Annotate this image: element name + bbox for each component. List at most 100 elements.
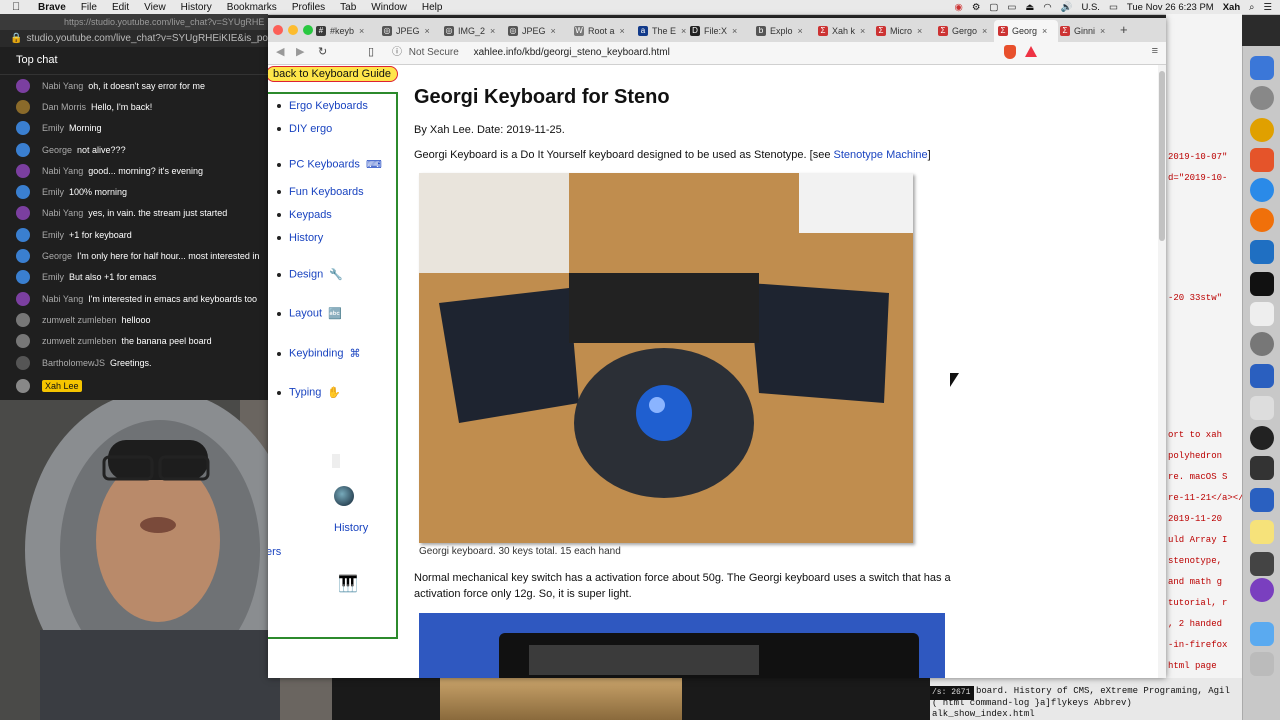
brave-status-icon[interactable]: ◉ bbox=[955, 2, 963, 13]
window-status-icon[interactable]: ▢ bbox=[989, 2, 998, 13]
stenotype-machine-link[interactable]: Stenotype Machine bbox=[834, 149, 928, 161]
brave-shield-icon[interactable] bbox=[1004, 45, 1016, 59]
browser-tab[interactable]: ◎ JPEG × bbox=[378, 20, 442, 42]
spotlight-icon[interactable]: ⌕ bbox=[1249, 2, 1254, 13]
nav-item[interactable]: History bbox=[276, 232, 323, 244]
tab-close-icon[interactable]: × bbox=[982, 20, 987, 42]
trash-icon[interactable] bbox=[1250, 652, 1274, 676]
menu-help[interactable]: Help bbox=[422, 2, 443, 13]
page-scrollbar[interactable] bbox=[1158, 65, 1166, 678]
nav-item[interactable]: PC Keyboards ⌨ bbox=[277, 158, 382, 171]
tab-close-icon[interactable]: × bbox=[1042, 20, 1047, 42]
apple-icon[interactable]:  bbox=[12, 1, 28, 13]
display-status-icon[interactable]: ▭ bbox=[1007, 2, 1016, 13]
battery-icon[interactable]: ▭ bbox=[1109, 2, 1118, 13]
emacs-icon[interactable] bbox=[1250, 578, 1274, 602]
calendar-icon[interactable] bbox=[1250, 396, 1274, 420]
firefox-icon[interactable] bbox=[1250, 208, 1274, 232]
browser-tab[interactable]: b Explo × bbox=[752, 20, 816, 42]
url-text[interactable]: xahlee.info/kbd/georgi_steno_keyboard.ht… bbox=[474, 47, 670, 58]
tab-close-icon[interactable]: × bbox=[798, 20, 803, 42]
nav-partial-item[interactable]: ers bbox=[268, 546, 281, 558]
reload-icon[interactable]: ↻ bbox=[318, 45, 327, 58]
menu-history[interactable]: History bbox=[181, 2, 212, 13]
url-bar[interactable]: ⓘ Not Secure xahlee.info/kbd/georgi_sten… bbox=[392, 44, 1012, 61]
nav-item[interactable]: Ergo Keyboards bbox=[277, 100, 368, 112]
nav-item-label[interactable]: PC Keyboards bbox=[289, 158, 360, 170]
new-tab-button[interactable]: + bbox=[1120, 22, 1128, 37]
settings-status-icon[interactable]: ⚙ bbox=[972, 2, 981, 13]
nav-item[interactable]: DIY ergo bbox=[276, 123, 332, 135]
nav-item[interactable]: Keybinding ⌘ bbox=[276, 347, 360, 360]
tab-close-icon[interactable]: × bbox=[917, 20, 922, 42]
menu-bookmarks[interactable]: Bookmarks bbox=[227, 2, 277, 13]
browser-tab[interactable]: ◎ JPEG × bbox=[504, 20, 568, 42]
user-name[interactable]: Xah bbox=[1223, 2, 1240, 13]
vscode-icon[interactable] bbox=[1250, 240, 1274, 264]
menu-tab[interactable]: Tab bbox=[340, 2, 356, 13]
menu-view[interactable]: View bbox=[144, 2, 166, 13]
notification-icon[interactable]: ☰ bbox=[1263, 2, 1272, 13]
nav-item[interactable]: Design 🔧 bbox=[277, 268, 343, 281]
browser-tab[interactable]: Σ Ginni × bbox=[1056, 20, 1120, 42]
nav-item-label[interactable]: Typing bbox=[289, 386, 321, 398]
menu-window[interactable]: Window bbox=[371, 2, 407, 13]
warning-icon[interactable]: ⓘ bbox=[392, 47, 402, 58]
scrollbar-thumb[interactable] bbox=[1159, 71, 1165, 241]
nav-item[interactable]: Fun Keyboards bbox=[277, 186, 364, 198]
tab-close-icon[interactable]: × bbox=[620, 20, 625, 42]
chrome-icon[interactable] bbox=[1250, 118, 1274, 142]
tab-close-icon[interactable]: × bbox=[732, 20, 737, 42]
obs-icon[interactable] bbox=[1250, 426, 1274, 450]
browser-tab[interactable]: # #keyb × bbox=[312, 20, 376, 42]
launchpad-icon[interactable] bbox=[1250, 86, 1274, 110]
volume-icon[interactable]: 🔊 bbox=[1061, 2, 1073, 13]
nav-item-label[interactable]: Layout bbox=[289, 307, 322, 319]
menu-app[interactable]: Brave bbox=[38, 2, 66, 13]
nav-history-partial[interactable]: History bbox=[334, 522, 368, 534]
bookmark-icon[interactable]: ▯ bbox=[368, 45, 374, 58]
nav-item[interactable]: Typing ✋ bbox=[276, 386, 341, 399]
tab-close-icon[interactable]: × bbox=[1100, 20, 1105, 42]
youtube-tab-url[interactable]: https://studio.youtube.com/live_chat?v=S… bbox=[0, 14, 268, 30]
tab-close-icon[interactable]: × bbox=[490, 20, 495, 42]
textedit-icon[interactable] bbox=[1250, 302, 1274, 326]
menu-profiles[interactable]: Profiles bbox=[292, 2, 325, 13]
back-icon[interactable]: ◀ bbox=[276, 45, 284, 58]
finder-icon[interactable] bbox=[1250, 56, 1274, 80]
browser-tab[interactable]: Σ Micro × bbox=[872, 20, 936, 42]
second-photo[interactable] bbox=[419, 613, 945, 678]
security-label[interactable]: Not Secure bbox=[409, 47, 459, 58]
browser-tab[interactable]: Σ Georg × bbox=[994, 20, 1058, 42]
input-source[interactable]: U.S. bbox=[1081, 2, 1099, 13]
minimize-window-button[interactable] bbox=[288, 25, 298, 35]
app-icon[interactable] bbox=[1250, 488, 1274, 512]
folder-icon[interactable] bbox=[1250, 622, 1274, 646]
menu-edit[interactable]: Edit bbox=[112, 2, 129, 13]
menu-icon[interactable]: ≡ bbox=[1152, 45, 1158, 57]
tab-close-icon[interactable]: × bbox=[860, 20, 865, 42]
close-window-button[interactable] bbox=[273, 25, 283, 35]
browser-tab[interactable]: ◎ IMG_2 × bbox=[440, 20, 504, 42]
nav-item[interactable]: Layout 🔤 bbox=[277, 307, 342, 320]
eject-icon[interactable]: ⏏ bbox=[1025, 2, 1034, 13]
browser-tab[interactable]: Σ Xah k × bbox=[814, 20, 878, 42]
nav-item-label[interactable]: Ergo Keyboards bbox=[289, 100, 368, 112]
safari-icon[interactable] bbox=[1250, 178, 1274, 202]
tab-close-icon[interactable]: × bbox=[551, 20, 556, 42]
tab-close-icon[interactable]: × bbox=[359, 20, 364, 42]
nav-item-label[interactable]: History bbox=[289, 232, 323, 244]
browser-tab[interactable]: D File:X × bbox=[686, 20, 750, 42]
clock[interactable]: Tue Nov 26 6:23 PM bbox=[1127, 2, 1214, 13]
wifi-icon[interactable]: ◠ bbox=[1043, 2, 1051, 13]
browser-tab[interactable]: Σ Gergo × bbox=[934, 20, 998, 42]
back-to-keyboard-guide-link[interactable]: back to Keyboard Guide bbox=[268, 66, 399, 82]
nav-item-label[interactable]: Design bbox=[289, 268, 323, 280]
forward-icon[interactable]: ▶ bbox=[296, 45, 304, 58]
browser-tab[interactable]: W Root a × bbox=[570, 20, 634, 42]
nav-item-label[interactable]: DIY ergo bbox=[289, 123, 332, 135]
brave-icon[interactable] bbox=[1250, 148, 1274, 172]
activity-monitor-icon[interactable] bbox=[1250, 364, 1274, 388]
terminal-icon[interactable] bbox=[1250, 272, 1274, 296]
notes-icon[interactable] bbox=[1250, 520, 1274, 544]
